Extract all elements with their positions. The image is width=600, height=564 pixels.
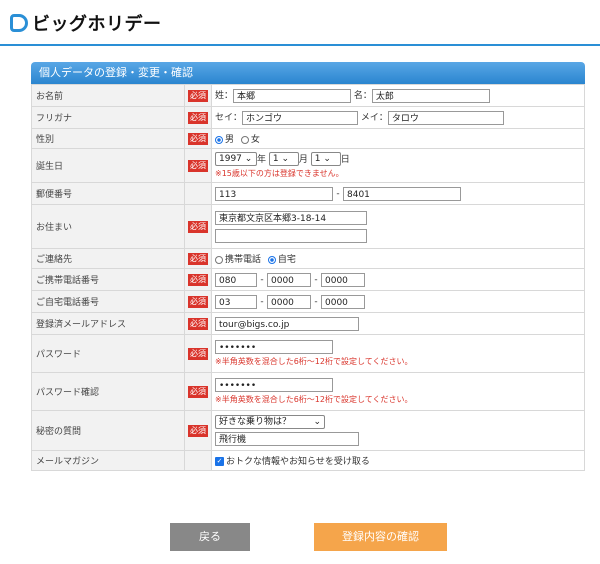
row-mobile-phone: ご携帯電話番号 必須 080-0000-0000 <box>31 268 585 291</box>
required-badge: 必須 <box>188 111 208 124</box>
required-badge: 必須 <box>188 252 208 265</box>
contact-mobile-label: 携帯電話 <box>225 255 262 265</box>
chevron-down-icon: ⌄ <box>281 154 290 165</box>
required-badge: 必須 <box>188 317 208 330</box>
row-contact: ご連絡先 必須 携帯電話 自宅 <box>31 248 585 269</box>
sei-kana-label: セイ： <box>215 113 243 124</box>
row-label: お住まい <box>31 204 185 249</box>
row-password: パスワード 必須 ••••••• ※半角英数を混合した6桁〜12桁で設定してくだ… <box>31 334 585 373</box>
gender-male-radio[interactable] <box>215 135 223 144</box>
panel-title: 個人データの登録・変更・確認 <box>31 62 585 84</box>
mobile-phone-part3-input[interactable]: 0000 <box>321 272 365 287</box>
chevron-down-icon: ⌄ <box>323 154 331 165</box>
gender-female-radio[interactable] <box>240 135 249 144</box>
birth-year-select[interactable]: 1997 ⌄ <box>215 152 257 167</box>
required-badge: 必須 <box>188 159 208 172</box>
email-field[interactable]: tour@bigs.co.jp <box>215 316 359 331</box>
site-header: ビッグホリデー <box>0 0 600 46</box>
mei-kana-label: メイ： <box>360 113 388 124</box>
row-postal: 郵便番号 113-8401 <box>31 182 585 205</box>
registration-panel: 個人データの登録・変更・確認 お名前 必須 姓： 本郷 名： 太郎 フリガナ 必須 … <box>31 62 585 471</box>
row-label: パスワード <box>31 334 185 373</box>
required-badge: 必須 <box>188 273 208 286</box>
contact-home-radio[interactable] <box>267 255 276 264</box>
mei-label: 名： <box>353 91 372 102</box>
required-badge: 必須 <box>188 132 208 145</box>
birth-day-select[interactable]: 1 ⌄ <box>310 152 341 167</box>
password-confirm-note: ※半角英数を混合した6桁〜12桁で設定してください。 <box>215 395 413 404</box>
row-label: メールマガジン <box>31 450 185 471</box>
row-furigana: フリガナ 必須 セイ： ホンゴウ メイ： タロウ <box>31 106 585 129</box>
row-label: パスワード確認 <box>31 372 185 411</box>
chevron-down-icon: ⌄ <box>313 417 321 427</box>
newsletter-label: おトクな情報やお知らせを受け取る <box>226 457 370 467</box>
first-name-input[interactable]: 太郎 <box>371 88 490 103</box>
row-label: 秘密の質問 <box>31 410 185 451</box>
required-badge: 必須 <box>188 295 208 308</box>
row-home-phone: ご自宅電話番号 必須 03-0000-0000 <box>31 290 585 313</box>
row-label: お名前 <box>31 84 185 107</box>
last-name-kana-input[interactable]: ホンゴウ <box>242 110 359 125</box>
last-name-input[interactable]: 本郷 <box>233 88 352 103</box>
required-badge: 必須 <box>188 424 208 437</box>
contact-home-label: 自宅 <box>277 255 296 265</box>
mobile-phone-part2-input[interactable]: 0000 <box>267 272 311 287</box>
row-label: ご携帯電話番号 <box>31 268 185 291</box>
birthday-note: ※15歳以下の方は登録できません。 <box>215 169 344 179</box>
required-badge: 必須 <box>188 89 208 102</box>
row-label: 性別 <box>31 128 185 149</box>
back-button[interactable]: 戻る <box>170 523 250 551</box>
row-password-confirm: パスワード確認 必須 ••••••• ※半角英数を混合した6桁〜12桁で設定して… <box>31 372 585 411</box>
row-label: 登録済メールアドレス <box>31 312 185 335</box>
required-badge: 必須 <box>188 220 208 233</box>
row-label: フリガナ <box>31 106 185 129</box>
password-confirm-input[interactable]: ••••••• <box>215 378 333 392</box>
row-label: 誕生日 <box>31 148 185 183</box>
postal-code-part2-input[interactable]: 8401 <box>343 186 461 201</box>
row-label: ご連絡先 <box>31 248 185 269</box>
postal-code-part1-input[interactable]: 113 <box>215 186 333 201</box>
address-line1-input[interactable]: 東京都文京区本郷3-18-14 <box>215 210 367 225</box>
chevron-down-icon: ⌄ <box>244 154 253 165</box>
row-label: ご自宅電話番号 <box>31 290 185 313</box>
secret-question-select[interactable]: 好きな乗り物は？ ⌄ <box>215 415 325 429</box>
row-secret-question: 秘密の質問 必須 好きな乗り物は？ ⌄ 飛行機 <box>31 410 585 451</box>
row-birthday: 誕生日 必須 1997 ⌄ 年 1 ⌄ 月 1 ⌄ 日 ※15歳以下の方は登録できませ… <box>31 148 585 183</box>
contact-mobile-radio[interactable] <box>215 255 223 264</box>
required-badge: 必須 <box>188 347 208 360</box>
first-name-kana-input[interactable]: タロウ <box>387 110 504 125</box>
home-phone-part3-input[interactable]: 0000 <box>321 294 365 309</box>
registration-form: お名前 必須 姓： 本郷 名： 太郎 フリガナ 必須 セイ： ホンゴウ メイ： タロウ … <box>31 84 585 471</box>
secret-answer-input[interactable]: 飛行機 <box>215 432 359 446</box>
address-line2-input[interactable] <box>215 228 367 243</box>
row-name: お名前 必須 姓： 本郷 名： 太郎 <box>31 84 585 107</box>
password-note: ※半角英数を混合した6桁〜12桁で設定してください。 <box>215 357 413 366</box>
row-email: 登録済メールアドレス 必須 tour@bigs.co.jp <box>31 312 585 335</box>
row-label: 郵便番号 <box>31 182 185 205</box>
home-phone-part2-input[interactable]: 0000 <box>267 294 311 309</box>
gender-male-label: 男 <box>225 135 235 145</box>
brand-name: ビッグホリデー <box>32 14 162 35</box>
home-phone-part1-input[interactable]: 03 <box>215 294 257 309</box>
birth-month-select[interactable]: 1 ⌄ <box>268 152 299 167</box>
row-newsletter: メールマガジン ✓ おトクな情報やお知らせを受け取る <box>31 450 585 471</box>
row-address: お住まい 必須 東京都文京区本郷3-18-14 <box>31 204 585 249</box>
brand-logo-icon <box>10 14 28 32</box>
newsletter-checkbox[interactable]: ✓ <box>215 457 224 466</box>
password-input[interactable]: ••••••• <box>215 340 333 354</box>
mobile-phone-part1-input[interactable]: 080 <box>215 272 257 287</box>
gender-female-label: 女 <box>250 135 260 145</box>
brand-logo[interactable]: ビッグホリデー <box>10 10 162 36</box>
required-badge: 必須 <box>188 385 208 398</box>
confirm-registration-button[interactable]: 登録内容の確認 <box>314 523 447 551</box>
row-gender: 性別 必須 男 女 <box>31 128 585 149</box>
sei-label: 姓： <box>215 91 234 102</box>
